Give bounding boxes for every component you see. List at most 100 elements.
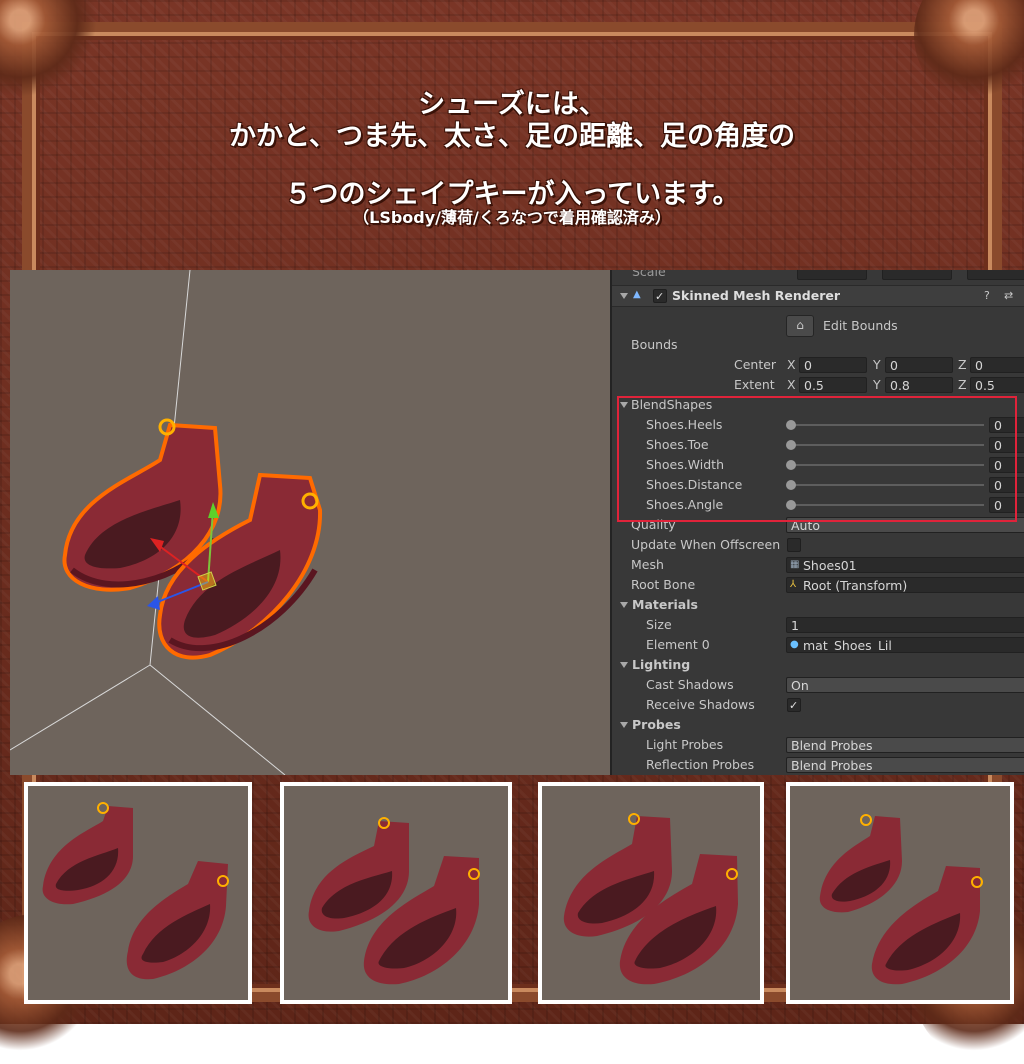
center-x-label: X [787,357,796,372]
lighting-label: Lighting [632,657,691,672]
material-icon: ● [790,639,799,650]
extent-x-label: X [787,377,796,392]
scale-y-field[interactable] [882,270,952,280]
blendshape-slider-track[interactable] [790,464,984,466]
extent-y-field[interactable]: 0.8 [885,377,953,393]
settings-icon[interactable]: ⇄ [1004,286,1013,306]
preview-thumbnail-distance [786,782,1014,1004]
mesh-label: Mesh [631,557,664,572]
extent-x-field[interactable]: 0.5 [799,377,867,393]
blendshape-slider-track[interactable] [790,444,984,446]
component-title: Skinned Mesh Renderer [672,288,841,303]
update-offscreen-row: Update When Offscreen [612,535,1024,555]
quality-dropdown[interactable]: Auto [786,517,1024,533]
blendshape-name: Shoes.Width [646,457,724,472]
component-foldout-icon[interactable] [620,293,628,299]
cast-shadows-dropdown[interactable]: On [786,677,1024,693]
blendshape-value-field[interactable]: 0 [989,477,1024,493]
extent-row: Extent X 0.5 Y 0.8 Z 0.5 [612,375,1024,395]
blendshape-slider-handle[interactable] [786,460,796,470]
blendshape-value-field[interactable]: 0 [989,417,1024,433]
mesh-row: Mesh Shoes01 ▦ [612,555,1024,575]
probes-label: Probes [632,717,681,732]
receive-shadows-checkbox[interactable] [787,696,801,716]
materials-size-row: Size 1 [612,615,1024,635]
blendshape-row: Shoes.Distance 0 [612,475,1024,495]
blendshapes-header[interactable]: BlendShapes [612,395,1024,415]
scale-x-field[interactable] [797,270,867,280]
root-bone-object-field[interactable]: Root (Transform) [786,577,1024,593]
center-y-label: Y [873,357,881,372]
light-probes-dropdown[interactable]: Blend Probes [786,737,1024,753]
blendshape-slider-handle[interactable] [786,420,796,430]
blendshapes-foldout-icon[interactable] [620,402,628,408]
blendshape-slider-handle[interactable] [786,480,796,490]
center-x-field[interactable]: 0 [799,357,867,373]
scene-render [10,270,323,775]
reflection-probes-dropdown[interactable]: Blend Probes [786,757,1024,773]
materials-foldout-icon[interactable] [620,602,628,608]
center-z-label: Z [958,357,967,372]
blendshape-name: Shoes.Heels [646,417,723,432]
blendshape-slider-track[interactable] [790,484,984,486]
materials-header[interactable]: Materials [612,595,1024,615]
mesh-icon: ▦ [790,559,800,570]
mesh-object-field[interactable]: Shoes01 [786,557,1024,573]
update-offscreen-checkbox[interactable] [787,538,801,552]
blendshape-row: Shoes.Heels 0 [612,415,1024,435]
blendshape-slider-track[interactable] [790,504,984,506]
quality-label: Quality [631,517,676,532]
center-y-field[interactable]: 0 [885,357,953,373]
size-field[interactable]: 1 [786,617,1024,633]
extent-y-label: Y [873,377,881,392]
center-row: Center X 0 Y 0 Z 0 [612,355,1024,375]
extent-label: Extent [734,377,775,392]
cast-shadows-row: Cast Shadows On [612,675,1024,695]
blendshapes-label: BlendShapes [631,397,713,412]
size-label: Size [646,617,672,632]
scene-viewport[interactable] [10,270,610,775]
root-bone-row: Root Bone Root (Transform) ⅄ [612,575,1024,595]
extent-z-label: Z [958,377,967,392]
help-icon[interactable]: ? [984,286,990,306]
extent-z-field[interactable]: 0.5 [970,377,1024,393]
component-enabled-checkbox[interactable] [653,287,667,307]
blendshape-row: Shoes.Angle 0 [612,495,1024,515]
quality-row: Quality Auto [612,515,1024,535]
scale-z-field[interactable] [967,270,1024,280]
lighting-header[interactable]: Lighting [612,655,1024,675]
blendshape-row: Shoes.Width 0 [612,455,1024,475]
component-header[interactable]: ▲ Skinned Mesh Renderer ? ⇄ [612,285,1024,307]
shoe-preview-render [42,802,229,980]
blendshape-value-field[interactable]: 0 [989,497,1024,513]
preview-thumbnail-width [538,782,764,1004]
element0-object-field[interactable]: mat_Shoes_Lil [786,637,1024,653]
materials-label: Materials [632,597,698,612]
light-probes-row: Light Probes Blend Probes [612,735,1024,755]
lighting-foldout-icon[interactable] [620,662,628,668]
blendshape-value-field[interactable]: 0 [989,457,1024,473]
edit-bounds-label: Edit Bounds [823,318,898,333]
preview-thumbnail-toe [280,782,512,1004]
reflection-probes-label: Reflection Probes [646,757,755,772]
edit-bounds-row: ⌂ Edit Bounds [612,315,1024,337]
shoe-preview-render [563,813,738,985]
shoe-preview-render [819,814,983,985]
root-bone-label: Root Bone [631,577,696,592]
headline-line-2: かかと、つま先、太さ、足の距離、足の角度の [229,121,795,152]
blendshape-row: Shoes.Toe 0 [612,435,1024,455]
bounds-label: Bounds [631,337,678,352]
probes-header[interactable]: Probes [612,715,1024,735]
edit-bounds-button[interactable]: ⌂ [786,315,814,337]
center-z-field[interactable]: 0 [970,357,1024,373]
receive-shadows-label: Receive Shadows [646,697,755,712]
cast-shadows-label: Cast Shadows [646,677,734,692]
element0-label: Element 0 [646,637,710,652]
blendshape-value-field[interactable]: 0 [989,437,1024,453]
probes-foldout-icon[interactable] [620,722,628,728]
update-offscreen-label: Update When Offscreen [631,537,781,552]
blendshape-slider-track[interactable] [790,424,984,426]
blendshape-slider-handle[interactable] [786,500,796,510]
center-label: Center [734,357,777,372]
blendshape-slider-handle[interactable] [786,440,796,450]
